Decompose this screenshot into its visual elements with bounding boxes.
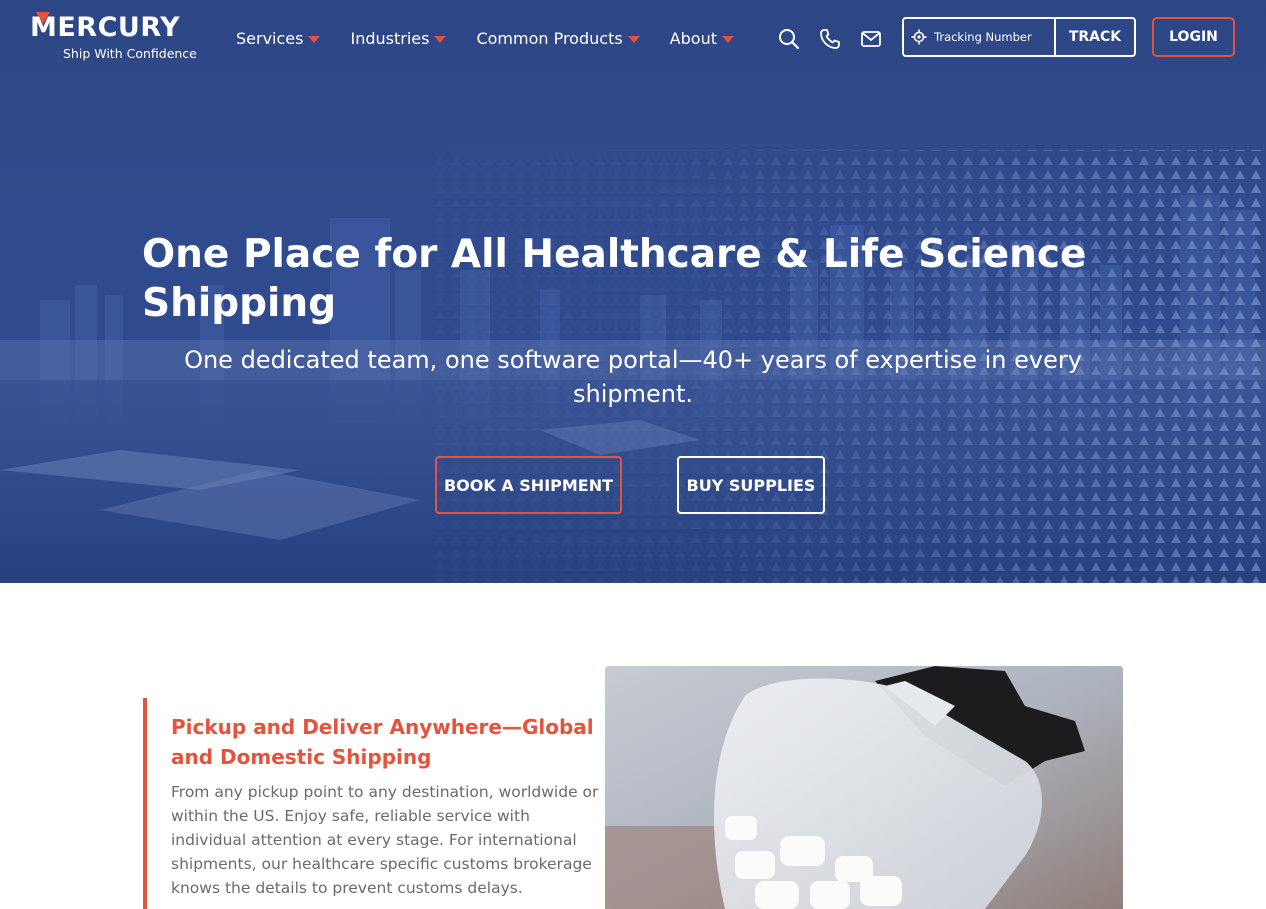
site-header: MERCURY Ship With Confidence Services In… [0,0,1266,76]
feature-block: Pickup and Deliver Anywhere—Global and D… [143,698,603,909]
logo-wordmark: MERCURY [30,12,181,43]
caret-down-icon [721,36,734,43]
logo-tagline: Ship With Confidence [63,46,197,61]
phone-icon[interactable] [818,27,842,51]
search-icon[interactable] [777,27,801,51]
caret-down-icon [434,36,447,43]
nav-item-industries[interactable]: Industries [350,24,447,52]
feature-title: Pickup and Deliver Anywhere—Global and D… [171,715,594,769]
nav-item-services[interactable]: Services [236,24,321,52]
caret-down-icon [308,36,321,43]
nav-item-about[interactable]: About [670,24,734,52]
dry-ice-scoop-image [605,666,1123,909]
caret-down-icon [627,36,640,43]
track-button[interactable]: TRACK [1056,19,1134,55]
nav-item-common-products[interactable]: Common Products [476,24,640,52]
nav-item-label: Industries [350,28,430,48]
target-icon [911,29,927,45]
nav-item-label: Services [236,28,304,48]
hero-title: One Place for All Healthcare & Life Scie… [142,232,1087,326]
tracking-field [904,19,1056,55]
mail-icon[interactable] [859,27,883,51]
nav-item-label: Common Products [476,28,623,48]
mercury-logo[interactable]: MERCURY Ship With Confidence [30,12,210,62]
hero-section: MERCURY Ship With Confidence Services In… [0,0,1266,583]
login-button[interactable]: LOGIN [1152,17,1235,57]
buy-supplies-button[interactable]: BUY SUPPLIES [677,456,825,514]
book-shipment-button[interactable]: BOOK A SHIPMENT [435,456,622,514]
feature-photo [605,666,1123,909]
tracking-form: TRACK [902,17,1136,57]
tracking-number-input[interactable] [934,26,1052,48]
main-nav: Services Industries Common Products Abou… [236,24,764,52]
hero-subtitle: One dedicated team, one software portal—… [184,346,1082,408]
nav-item-label: About [669,28,717,48]
feature-body: From any pickup point to any destination… [171,783,599,897]
